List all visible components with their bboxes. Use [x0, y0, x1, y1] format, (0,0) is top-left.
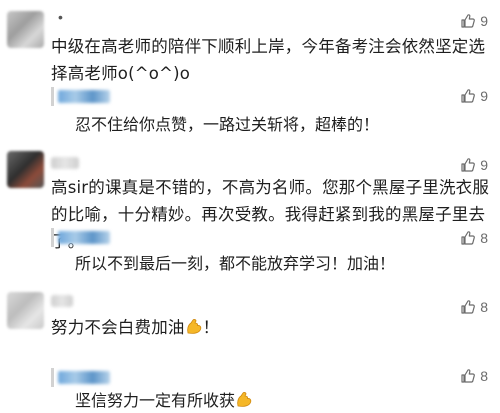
like-count: 8 [480, 299, 488, 315]
thumbs-up-icon [461, 300, 476, 314]
like-count: 9 [480, 88, 488, 104]
reply-divider [51, 228, 54, 247]
flexed-biceps-icon [235, 391, 253, 413]
comment-text-suffix: ！ [202, 318, 220, 337]
thumbs-up-icon [461, 231, 476, 245]
thumbs-up-icon [461, 369, 476, 383]
avatar[interactable] [7, 151, 44, 188]
thumbs-up-icon [461, 158, 476, 172]
like-count: 8 [480, 368, 488, 384]
like-count: 9 [480, 13, 488, 29]
comment-text-main: 努力不会白费加油 [51, 318, 185, 337]
reply-text: 坚信努力一定有所收获 [75, 387, 253, 413]
thumbs-up-icon [461, 14, 476, 28]
avatar[interactable] [7, 292, 44, 329]
like-button[interactable]: 9 [460, 157, 488, 173]
username[interactable]: • [58, 9, 63, 25]
like-button[interactable]: 8 [460, 299, 488, 315]
reply-like-button[interactable]: 9 [460, 88, 488, 104]
reply-author-name[interactable] [58, 231, 110, 244]
reply-like-button[interactable]: 8 [460, 368, 488, 384]
like-count: 9 [480, 157, 488, 173]
reply-divider [51, 87, 54, 106]
avatar[interactable] [7, 11, 44, 48]
reply-text: 忍不住给你点赞，一路过关斩将，超棒的！ [75, 115, 380, 134]
flexed-biceps-icon [185, 317, 203, 344]
like-count: 8 [480, 230, 488, 246]
reply-text: 所以不到最后一刻，都不能放弃学习！加油！ [75, 254, 396, 273]
reply-text-main: 坚信努力一定有所收获 [75, 391, 236, 410]
comment-text: 中级在高老师的陪伴下顺利上岸，今年备考注会依然坚定选择高老师o(^o^)o [51, 37, 486, 83]
thumbs-up-icon [461, 89, 476, 103]
reply-author-name[interactable] [58, 90, 110, 103]
username[interactable] [51, 157, 79, 169]
reply-divider [51, 368, 54, 387]
username[interactable] [51, 295, 73, 307]
comment-text: 努力不会白费加油 ！ [51, 314, 491, 344]
reply-like-button[interactable]: 8 [460, 230, 488, 246]
like-button[interactable]: 9 [460, 13, 488, 29]
comment-text: 高sir的课真是不错的，不高为名师。您那个黑屋子里洗衣服的比喻，十分精妙。再次受… [51, 178, 490, 251]
reply-author-name[interactable] [58, 371, 110, 384]
